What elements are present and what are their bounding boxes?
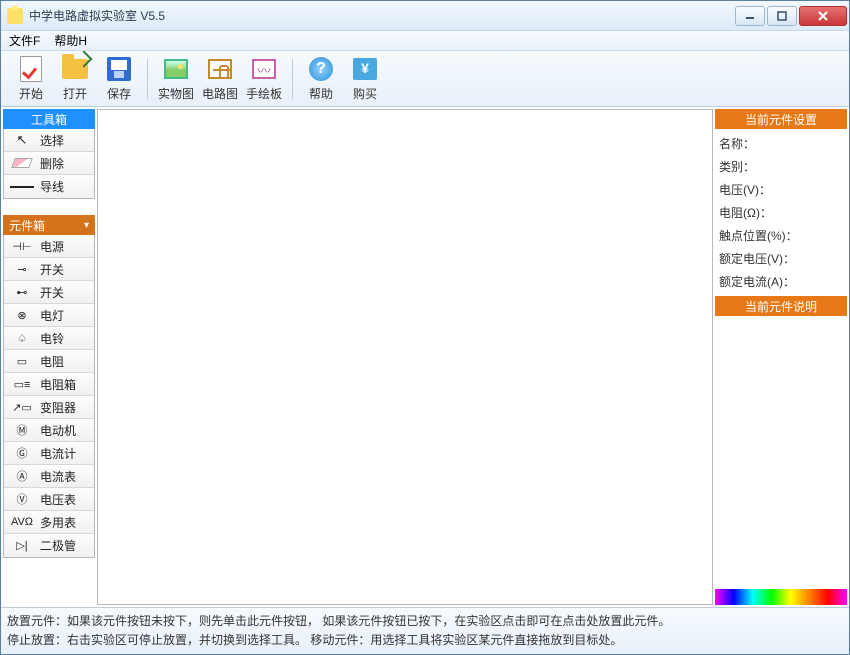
prop-rated-a: 额定电流(A)： bbox=[719, 273, 843, 290]
ammeter-icon: Ⓐ bbox=[8, 468, 36, 484]
comp-motor[interactable]: Ⓜ电动机 bbox=[4, 419, 94, 442]
props-list: 名称： 类别： 电压(V)： 电阻(Ω)： 触点位置(%)： 额定电压(V)： … bbox=[715, 131, 847, 294]
right-panel: 当前元件设置 名称： 类别： 电压(V)： 电阻(Ω)： 触点位置(%)： 额定… bbox=[715, 109, 847, 605]
toolbox-list: 选择 删除 导线 bbox=[3, 129, 95, 199]
left-panel: 工具箱 选择 删除 导线 元件箱▾ ⊣⊢电源 ⊸开关 ⊷开关 ⊗电灯 ♤电铃 ▭… bbox=[3, 109, 95, 605]
resistor-icon: ▭ bbox=[8, 353, 36, 369]
maximize-button[interactable] bbox=[767, 6, 797, 26]
prop-resistance: 电阻(Ω)： bbox=[719, 204, 843, 221]
motor-icon: Ⓜ bbox=[8, 422, 36, 438]
prop-name: 名称： bbox=[719, 135, 843, 152]
toolbox-wire[interactable]: 导线 bbox=[4, 175, 94, 198]
experiment-canvas[interactable] bbox=[97, 109, 713, 605]
lamp-icon: ⊗ bbox=[8, 307, 36, 323]
comp-galvanometer[interactable]: Ⓖ电流计 bbox=[4, 442, 94, 465]
titlebar: 中学电路虚拟实验室 V5.5 bbox=[1, 1, 849, 31]
comp-diode[interactable]: ▷|二极管 bbox=[4, 534, 94, 557]
circuit-icon bbox=[208, 59, 232, 79]
menu-file[interactable]: 文件F bbox=[5, 30, 44, 51]
components-list: ⊣⊢电源 ⊸开关 ⊷开关 ⊗电灯 ♤电铃 ▭电阻 ▭≡电阻箱 ↗▭变阻器 Ⓜ电动… bbox=[3, 235, 95, 558]
menubar: 文件F 帮助H bbox=[1, 31, 849, 51]
comp-resistorbox[interactable]: ▭≡电阻箱 bbox=[4, 373, 94, 396]
power-icon: ⊣⊢ bbox=[8, 238, 36, 254]
tool-photo[interactable]: 实物图 bbox=[154, 53, 198, 105]
toolbar-separator bbox=[292, 59, 293, 99]
cursor-icon bbox=[8, 132, 36, 148]
desc-header: 当前元件说明 bbox=[715, 296, 847, 316]
menu-help[interactable]: 帮助H bbox=[50, 30, 91, 51]
save-icon bbox=[107, 57, 131, 81]
help-icon: ? bbox=[309, 57, 333, 81]
comp-power[interactable]: ⊣⊢电源 bbox=[4, 235, 94, 258]
statusbar: 放置元件：如果该元件按钮未按下，则先单击此元件按钮， 如果该元件按钮已按下，在实… bbox=[1, 607, 849, 654]
multimeter-icon: AVΩ bbox=[8, 514, 36, 530]
bell-icon: ♤ bbox=[8, 330, 36, 346]
diode-icon: ▷| bbox=[8, 538, 36, 554]
comp-switch1[interactable]: ⊸开关 bbox=[4, 258, 94, 281]
toolbox-header: 工具箱 bbox=[3, 109, 95, 129]
comp-rheostat[interactable]: ↗▭变阻器 bbox=[4, 396, 94, 419]
photo-icon bbox=[164, 59, 188, 79]
resistorbox-icon: ▭≡ bbox=[8, 376, 36, 392]
components-header[interactable]: 元件箱▾ bbox=[3, 215, 95, 235]
close-button[interactable] bbox=[799, 6, 847, 26]
buy-icon bbox=[353, 58, 377, 80]
tool-buy[interactable]: 购买 bbox=[343, 53, 387, 105]
toolbox-delete[interactable]: 删除 bbox=[4, 152, 94, 175]
comp-multimeter[interactable]: AVΩ多用表 bbox=[4, 511, 94, 534]
comp-voltmeter[interactable]: Ⓥ电压表 bbox=[4, 488, 94, 511]
toolbox-select[interactable]: 选择 bbox=[4, 129, 94, 152]
switch2-icon: ⊷ bbox=[8, 284, 36, 300]
check-icon bbox=[20, 56, 42, 82]
comp-bell[interactable]: ♤电铃 bbox=[4, 327, 94, 350]
tool-help[interactable]: ?帮助 bbox=[299, 53, 343, 105]
main-area: 工具箱 选择 删除 导线 元件箱▾ ⊣⊢电源 ⊸开关 ⊷开关 ⊗电灯 ♤电铃 ▭… bbox=[1, 107, 849, 607]
desc-body bbox=[715, 318, 847, 587]
galvanometer-icon: Ⓖ bbox=[8, 445, 36, 461]
prop-rated-v: 额定电压(V)： bbox=[719, 250, 843, 267]
rheostat-icon: ↗▭ bbox=[8, 399, 36, 415]
switch-icon: ⊸ bbox=[8, 261, 36, 277]
props-header: 当前元件设置 bbox=[715, 109, 847, 129]
chevron-down-icon: ▾ bbox=[84, 220, 89, 231]
tool-start[interactable]: 开始 bbox=[9, 53, 53, 105]
toolbar-separator bbox=[147, 59, 148, 99]
comp-resistor[interactable]: ▭电阻 bbox=[4, 350, 94, 373]
comp-switch2[interactable]: ⊷开关 bbox=[4, 281, 94, 304]
toolbar: 开始 打开 保存 实物图 电路图 手绘板 ?帮助 购买 bbox=[1, 51, 849, 107]
prop-voltage: 电压(V)： bbox=[719, 181, 843, 198]
wire-icon bbox=[8, 179, 36, 195]
prop-contact: 触点位置(%)： bbox=[719, 227, 843, 244]
folder-open-icon bbox=[62, 59, 88, 79]
tool-handdraw[interactable]: 手绘板 bbox=[242, 53, 286, 105]
tool-save[interactable]: 保存 bbox=[97, 53, 141, 105]
eraser-icon bbox=[8, 155, 36, 171]
handdraw-icon bbox=[252, 59, 276, 79]
status-line1: 放置元件：如果该元件按钮未按下，则先单击此元件按钮， 如果该元件按钮已按下，在实… bbox=[7, 612, 843, 631]
window-buttons bbox=[735, 6, 847, 26]
comp-ammeter[interactable]: Ⓐ电流表 bbox=[4, 465, 94, 488]
app-icon bbox=[7, 8, 23, 24]
tool-open[interactable]: 打开 bbox=[53, 53, 97, 105]
tool-circuit[interactable]: 电路图 bbox=[198, 53, 242, 105]
voltmeter-icon: Ⓥ bbox=[8, 491, 36, 507]
app-window: 中学电路虚拟实验室 V5.5 文件F 帮助H 开始 打开 保存 实物图 电路图 … bbox=[0, 0, 850, 655]
comp-lamp[interactable]: ⊗电灯 bbox=[4, 304, 94, 327]
minimize-button[interactable] bbox=[735, 6, 765, 26]
color-spectrum[interactable] bbox=[715, 589, 847, 605]
prop-category: 类别： bbox=[719, 158, 843, 175]
window-title: 中学电路虚拟实验室 V5.5 bbox=[29, 7, 735, 24]
status-line2: 停止放置：右击实验区可停止放置，并切换到选择工具。 移动元件：用选择工具将实验区… bbox=[7, 631, 843, 650]
